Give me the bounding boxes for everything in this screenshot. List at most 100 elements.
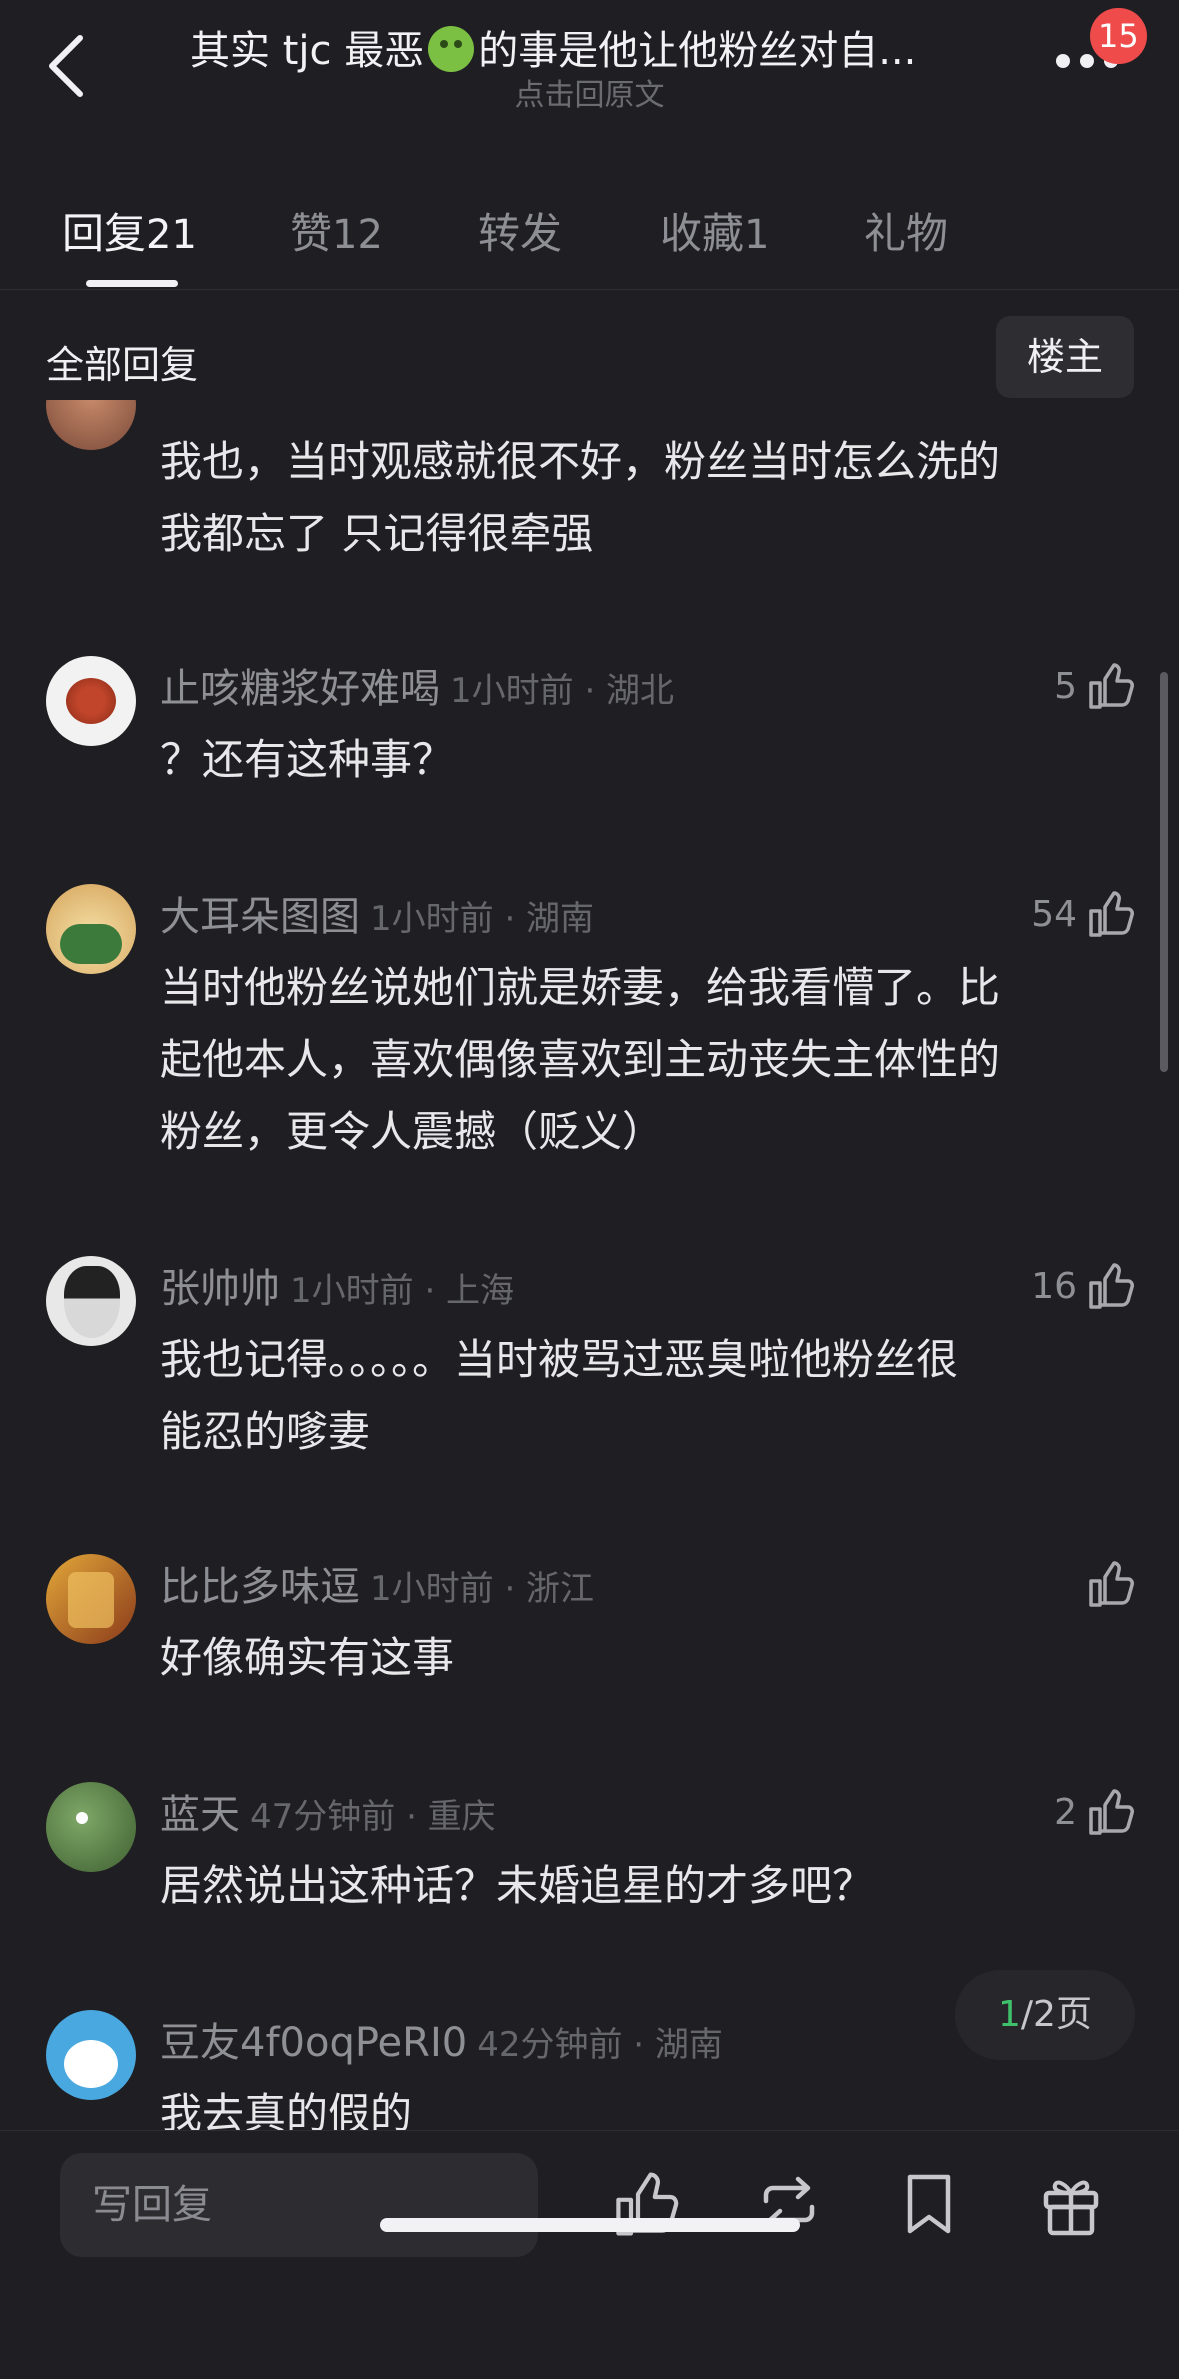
comment-line: 我去真的假的 [160,2089,413,2130]
more-dot [1080,54,1094,68]
tab-count: 1 [744,212,770,258]
thumbs-up-icon [1089,891,1134,937]
like-button[interactable]: 2 [1054,1782,1135,1842]
tab-count: 21 [146,212,197,258]
comment-line: 居然说出这种话？未婚追星的才多吧？ [160,1861,875,1910]
tab-favorites[interactable]: 收藏1 [660,200,769,261]
back-to-original-link[interactable]: 点击回原文 [0,70,1179,114]
avatar-image [76,1812,88,1824]
username[interactable]: 大耳朵图图 [160,894,360,940]
thumbs-up-icon [1089,1789,1134,1835]
more-dots-icon [1056,54,1070,68]
pagination-indicator[interactable]: 1/2页 [955,1970,1135,2060]
tab-replies[interactable]: 回复21 [62,200,197,261]
comment-line: 我也记得。。。。。当时被骂过恶臭啦他粉丝很 [160,1335,959,1384]
username[interactable]: 比比多味逗 [160,1564,360,1610]
avatar-image [64,2040,118,2088]
comment-body: 我去真的假的 [160,2078,1120,2130]
tab-label: 回复 [62,209,147,258]
comment-body: 居然说出这种话？未婚追星的才多吧？ [160,1850,1120,1922]
bookmark-icon [907,2174,951,2234]
comment-body: ？还有这种事？ [160,724,1120,796]
like-count: 5 [1054,665,1077,707]
gift-button[interactable] [1036,2169,1106,2239]
title-part-1: 其实 tjc 最恶 [190,28,425,74]
scrollbar[interactable] [1160,672,1168,1072]
avatar[interactable] [46,400,136,450]
comment-body: 好像确实有这事 [160,1622,1120,1694]
avatar-image [68,1572,114,1628]
filter-row: 全部回复 楼主 [0,316,1179,400]
timestamp-location: 42分钟前 · 湖南 [477,2025,723,2065]
like-count: 16 [1031,1265,1077,1307]
title-part-2: 的事是他让他粉丝对自... [478,28,917,74]
username[interactable]: 止咳糖浆好难喝 [160,666,440,712]
comment-line: 我都忘了 只记得很牵强 [160,509,594,558]
avatar[interactable] [46,656,136,746]
nauseated-face-emoji-icon [428,26,475,72]
username[interactable]: 蓝天 [160,1792,240,1838]
notification-badge: 15 [1090,8,1147,64]
comment-meta: 大耳朵图图 1小时前 · 湖南 [160,884,594,944]
post-title[interactable]: 其实 tjc 最恶 的事是他让他粉丝对自... [190,18,990,76]
bookmark-button[interactable] [894,2169,964,2239]
post-replies-screen: 其实 tjc 最恶 的事是他让他粉丝对自... 点击回原文 15 回复21 赞12… [0,0,1179,2379]
tab-gifts[interactable]: 礼物 [864,200,948,261]
comment-body: 我也，当时观感就很不好，粉丝当时怎么洗的 我都忘了 只记得很牵强 [160,426,1120,570]
username[interactable]: 张帅帅 [160,1266,280,1312]
comment-body: 我也记得。。。。。当时被骂过恶臭啦他粉丝很 能忍的嗲妻 [160,1324,1120,1468]
comment-body: 当时他粉丝说她们就是娇妻，给我看懵了。比 起他本人，喜欢偶像喜欢到主动丧失主体性… [160,952,1120,1168]
avatar-image [60,924,122,964]
comment-line: 我也，当时观感就很不好，粉丝当时怎么洗的 [160,437,1001,486]
reply-input[interactable]: 写回复 [60,2153,538,2257]
tab-reposts[interactable]: 转发 [478,200,562,261]
like-button[interactable]: 16 [1031,1256,1135,1316]
comment-line: ？还有这种事？ [160,735,455,784]
avatar-image [64,1266,120,1338]
timestamp-location: 1小时前 · 湖北 [450,671,675,711]
avatar[interactable] [46,2010,136,2100]
avatar[interactable] [46,884,136,974]
comment-meta: 蓝天 47分钟前 · 重庆 [160,1782,496,1842]
tab-label: 收藏 [660,209,745,258]
total-pages: /2页 [1020,1994,1092,2035]
comment-meta: 止咳糖浆好难喝 1小时前 · 湖北 [160,656,674,716]
thumbs-up-icon [1089,663,1134,709]
timestamp-location: 47分钟前 · 重庆 [250,1797,496,1837]
active-tab-indicator [86,280,178,287]
current-page: 1 [998,1994,1021,2035]
comment-line: 当时他粉丝说她们就是娇妻，给我看懵了。比 [160,963,1001,1012]
comment-line: 能忍的嗲妻 [160,1407,371,1456]
tab-bar: 回复21 赞12 转发 收藏1 礼物 [0,190,1179,290]
avatar[interactable] [46,1554,136,1644]
tab-label: 礼物 [864,209,949,258]
bottom-action-bar: 写回复 [0,2130,1179,2379]
comment-line: 起他本人，喜欢偶像喜欢到主动丧失主体性的 [160,1035,1001,1084]
home-indicator[interactable] [380,2218,800,2232]
comment-meta: 张帅帅 1小时前 · 上海 [160,1256,514,1316]
all-replies-label: 全部回复 [46,343,199,387]
like-button[interactable] [1077,1554,1135,1614]
tab-count: 12 [332,212,383,258]
tab-likes[interactable]: 赞12 [290,200,383,261]
tab-label: 转发 [478,209,563,258]
tab-label: 赞 [290,209,333,258]
timestamp-location: 1小时前 · 浙江 [370,1569,595,1609]
thumbs-up-icon [1089,1561,1134,1607]
comment-list[interactable]: 我也，当时观感就很不好，粉丝当时怎么洗的 我都忘了 只记得很牵强 止咳糖浆好难喝… [0,400,1179,2130]
avatar[interactable] [46,1782,136,1872]
comment-meta: 比比多味逗 1小时前 · 浙江 [160,1554,594,1614]
op-only-button[interactable]: 楼主 [996,316,1134,398]
gift-icon [1043,2180,1099,2236]
username[interactable]: 豆友4f0oqPeRI0 [160,2020,467,2066]
header: 其实 tjc 最恶 的事是他让他粉丝对自... 点击回原文 15 [0,0,1179,150]
comment-line: 粉丝，更令人震撼（贬义） [160,1107,665,1156]
thumbs-up-icon [1089,1263,1134,1309]
like-button[interactable]: 54 [1031,884,1135,944]
timestamp-location: 1小时前 · 湖南 [370,899,595,939]
avatar-image [66,678,116,724]
timestamp-location: 1小时前 · 上海 [290,1271,515,1311]
like-count: 2 [1054,1791,1077,1833]
like-button[interactable]: 5 [1054,656,1135,716]
avatar[interactable] [46,1256,136,1346]
